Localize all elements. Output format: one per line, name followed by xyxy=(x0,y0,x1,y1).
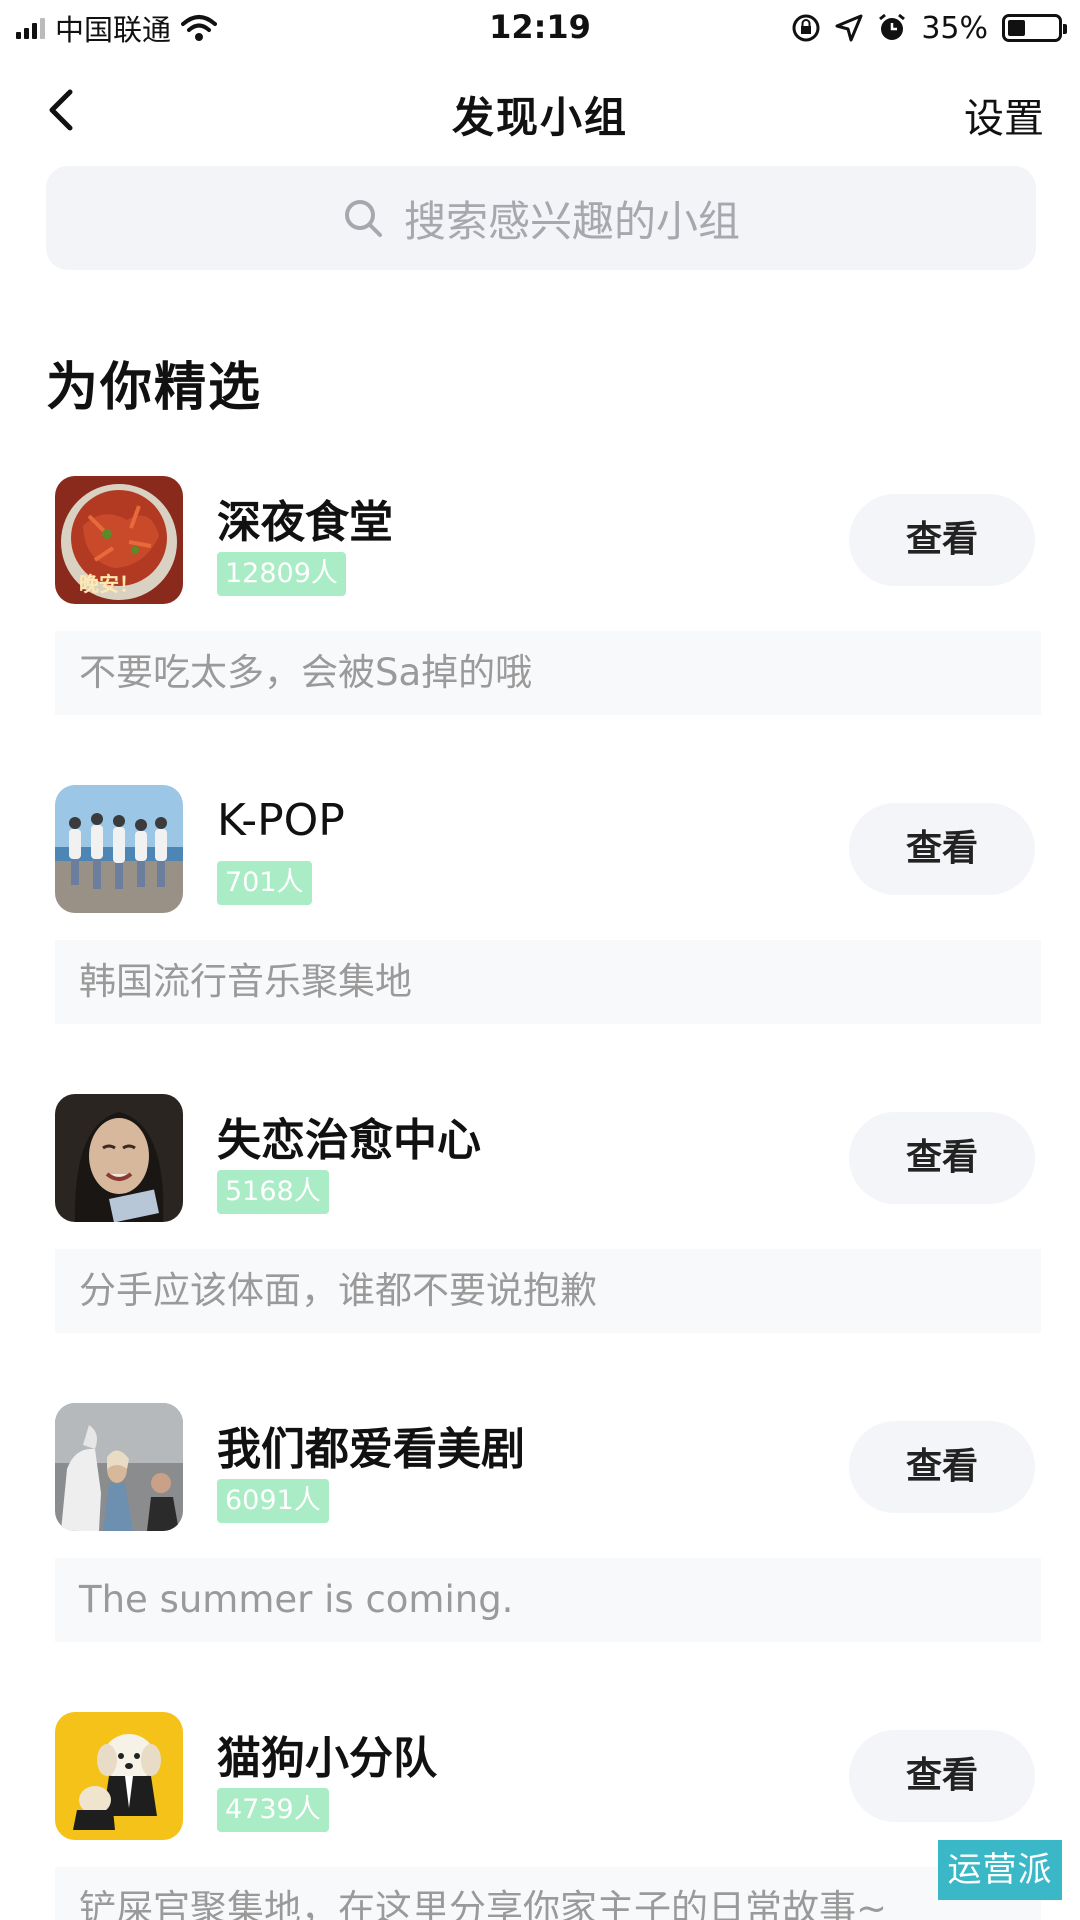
group-description: The summer is coming. xyxy=(55,1558,1041,1642)
group-avatar[interactable] xyxy=(55,1712,183,1840)
page-title: 发现小组 xyxy=(451,93,628,142)
rotation-lock-icon xyxy=(792,14,820,42)
search-icon xyxy=(344,200,382,237)
group-description: 铲屎官聚集地，在这里分享你家主子的日常故事~ xyxy=(55,1867,1041,1920)
group-name: 猫狗小分队 xyxy=(217,1733,437,1784)
status-bar: 中国联通 12:19 35% xyxy=(0,0,1080,56)
discover-groups-screen: 中国联通 12:19 35% 发现小组 设置 搜索感兴趣的小组 为你精选 晚安！… xyxy=(0,0,1080,1920)
group-item[interactable]: 晚安！ 深夜食堂 12809人 查看 不要吃太多，会被Sa掉的哦 xyxy=(0,476,1080,736)
group-description: 不要吃太多，会被Sa掉的哦 xyxy=(55,631,1041,715)
alarm-icon xyxy=(879,13,906,40)
view-button[interactable]: 查看 xyxy=(849,1421,1035,1513)
group-name: 我们都爱看美剧 xyxy=(217,1424,525,1475)
group-avatar[interactable] xyxy=(55,785,183,913)
view-button[interactable]: 查看 xyxy=(849,1730,1035,1822)
group-item[interactable]: K-POP 701人 查看 韩国流行音乐聚集地 xyxy=(0,785,1080,1045)
search-placeholder: 搜索感兴趣的小组 xyxy=(403,196,740,246)
watermark-logo: 运营派 xyxy=(938,1840,1062,1900)
group-avatar[interactable] xyxy=(55,1094,183,1222)
group-description: 分手应该体面，谁都不要说抱歉 xyxy=(55,1249,1041,1333)
member-count-badge: 6091人 xyxy=(217,1479,329,1523)
member-count-badge: 12809人 xyxy=(217,552,346,596)
group-description: 韩国流行音乐聚集地 xyxy=(55,940,1041,1024)
group-item[interactable]: 我们都爱看美剧 6091人 查看 The summer is coming. xyxy=(0,1403,1080,1663)
view-button[interactable]: 查看 xyxy=(849,803,1035,895)
group-avatar[interactable]: 晚安！ xyxy=(55,476,183,604)
group-name: K-POP xyxy=(217,795,345,846)
member-count-badge: 4739人 xyxy=(217,1788,329,1832)
group-item[interactable]: 失恋治愈中心 5168人 查看 分手应该体面，谁都不要说抱歉 xyxy=(0,1094,1080,1354)
member-count-badge: 5168人 xyxy=(217,1170,329,1214)
nav-bar: 发现小组 设置 xyxy=(0,60,1080,160)
avatar-caption: 晚安！ xyxy=(79,572,139,596)
view-button[interactable]: 查看 xyxy=(849,1112,1035,1204)
group-name: 失恋治愈中心 xyxy=(217,1115,481,1166)
member-count-badge: 701人 xyxy=(217,861,312,905)
section-title: 为你精选 xyxy=(46,358,263,418)
status-right: 35% xyxy=(791,8,1067,48)
battery-icon xyxy=(1002,14,1067,42)
settings-button[interactable]: 设置 xyxy=(964,86,1044,144)
battery-percent: 35% xyxy=(921,10,988,46)
location-icon xyxy=(835,14,863,42)
view-button[interactable]: 查看 xyxy=(849,494,1035,586)
search-input[interactable]: 搜索感兴趣的小组 xyxy=(46,166,1036,270)
group-item[interactable]: 猫狗小分队 4739人 查看 铲屎官聚集地，在这里分享你家主子的日常故事~ xyxy=(0,1712,1080,1920)
group-name: 深夜食堂 xyxy=(217,497,393,548)
group-avatar[interactable] xyxy=(55,1403,183,1531)
